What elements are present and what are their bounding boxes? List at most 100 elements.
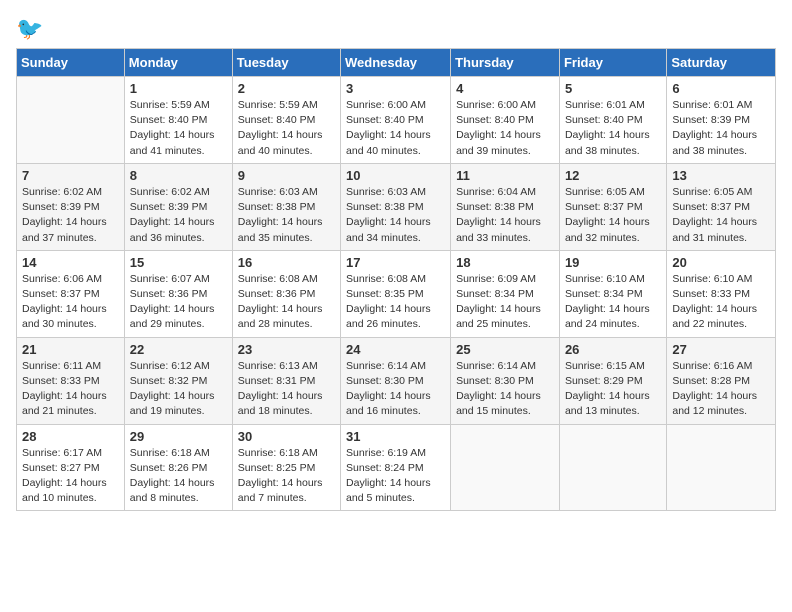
day-number: 23: [238, 342, 335, 357]
day-cell: 25 Sunrise: 6:14 AM Sunset: 8:30 PM Dayli…: [451, 337, 560, 424]
week-row-1: 1 Sunrise: 5:59 AM Sunset: 8:40 PM Daylig…: [17, 77, 776, 164]
day-cell: 19 Sunrise: 6:10 AM Sunset: 8:34 PM Dayli…: [559, 250, 666, 337]
week-row-5: 28 Sunrise: 6:17 AM Sunset: 8:27 PM Dayli…: [17, 424, 776, 511]
day-number: 17: [346, 255, 445, 270]
day-info: Sunrise: 6:13 AM Sunset: 8:31 PM Dayligh…: [238, 359, 335, 420]
day-info: Sunrise: 6:11 AM Sunset: 8:33 PM Dayligh…: [22, 359, 119, 420]
day-cell: 18 Sunrise: 6:09 AM Sunset: 8:34 PM Dayli…: [451, 250, 560, 337]
day-cell: 13Sunrise: 6:05 AM Sunset: 8:37 PM Dayli…: [667, 163, 776, 250]
day-info: Sunrise: 6:17 AM Sunset: 8:27 PM Dayligh…: [22, 446, 119, 507]
day-info: Sunrise: 6:02 AM Sunset: 8:39 PM Dayligh…: [130, 185, 227, 246]
day-cell: 7 Sunrise: 6:02 AM Sunset: 8:39 PM Daylig…: [17, 163, 125, 250]
day-cell: 27Sunrise: 6:16 AM Sunset: 8:28 PM Dayli…: [667, 337, 776, 424]
day-number: 13: [672, 168, 770, 183]
day-info: Sunrise: 6:03 AM Sunset: 8:38 PM Dayligh…: [238, 185, 335, 246]
day-number: 26: [565, 342, 661, 357]
day-number: 31: [346, 429, 445, 444]
day-cell: 28 Sunrise: 6:17 AM Sunset: 8:27 PM Dayli…: [17, 424, 125, 511]
day-cell: 29Sunrise: 6:18 AM Sunset: 8:26 PM Dayli…: [124, 424, 232, 511]
day-cell: 12 Sunrise: 6:05 AM Sunset: 8:37 PM Dayli…: [559, 163, 666, 250]
day-number: 8: [130, 168, 227, 183]
day-info: Sunrise: 6:00 AM Sunset: 8:40 PM Dayligh…: [456, 98, 554, 159]
day-cell: 15 Sunrise: 6:07 AM Sunset: 8:36 PM Dayli…: [124, 250, 232, 337]
day-cell: 2 Sunrise: 5:59 AM Sunset: 8:40 PM Daylig…: [232, 77, 340, 164]
day-cell: 9 Sunrise: 6:03 AM Sunset: 8:38 PM Daylig…: [232, 163, 340, 250]
day-number: 18: [456, 255, 554, 270]
day-cell: [667, 424, 776, 511]
week-row-2: 7 Sunrise: 6:02 AM Sunset: 8:39 PM Daylig…: [17, 163, 776, 250]
day-info: Sunrise: 6:03 AM Sunset: 8:38 PM Dayligh…: [346, 185, 445, 246]
day-number: 28: [22, 429, 119, 444]
day-cell: 10 Sunrise: 6:03 AM Sunset: 8:38 PM Dayli…: [341, 163, 451, 250]
day-cell: 4 Sunrise: 6:00 AM Sunset: 8:40 PM Daylig…: [451, 77, 560, 164]
day-info: Sunrise: 6:04 AM Sunset: 8:38 PM Dayligh…: [456, 185, 554, 246]
day-cell: 26 Sunrise: 6:15 AM Sunset: 8:29 PM Dayli…: [559, 337, 666, 424]
day-header-saturday: Saturday: [667, 49, 776, 77]
day-cell: 17Sunrise: 6:08 AM Sunset: 8:35 PM Dayli…: [341, 250, 451, 337]
day-number: 9: [238, 168, 335, 183]
day-cell: 31 Sunrise: 6:19 AM Sunset: 8:24 PM Dayli…: [341, 424, 451, 511]
day-info: Sunrise: 6:15 AM Sunset: 8:29 PM Dayligh…: [565, 359, 661, 420]
day-cell: 22 Sunrise: 6:12 AM Sunset: 8:32 PM Dayli…: [124, 337, 232, 424]
day-header-wednesday: Wednesday: [341, 49, 451, 77]
day-cell: 20 Sunrise: 6:10 AM Sunset: 8:33 PM Dayli…: [667, 250, 776, 337]
day-info: Sunrise: 6:02 AM Sunset: 8:39 PM Dayligh…: [22, 185, 119, 246]
day-header-monday: Monday: [124, 49, 232, 77]
day-cell: 8 Sunrise: 6:02 AM Sunset: 8:39 PM Daylig…: [124, 163, 232, 250]
day-number: 6: [672, 81, 770, 96]
day-number: 5: [565, 81, 661, 96]
day-info: Sunrise: 6:01 AM Sunset: 8:39 PM Dayligh…: [672, 98, 770, 159]
day-cell: 30Sunrise: 6:18 AM Sunset: 8:25 PM Dayli…: [232, 424, 340, 511]
calendar-table: SundayMondayTuesdayWednesdayThursdayFrid…: [16, 48, 776, 511]
day-cell: [17, 77, 125, 164]
day-number: 21: [22, 342, 119, 357]
day-header-thursday: Thursday: [451, 49, 560, 77]
day-info: Sunrise: 6:14 AM Sunset: 8:30 PM Dayligh…: [346, 359, 445, 420]
week-row-4: 21 Sunrise: 6:11 AM Sunset: 8:33 PM Dayli…: [17, 337, 776, 424]
day-header-friday: Friday: [559, 49, 666, 77]
day-cell: [451, 424, 560, 511]
day-cell: 21 Sunrise: 6:11 AM Sunset: 8:33 PM Dayli…: [17, 337, 125, 424]
day-number: 22: [130, 342, 227, 357]
day-number: 7: [22, 168, 119, 183]
day-header-sunday: Sunday: [17, 49, 125, 77]
day-number: 15: [130, 255, 227, 270]
day-info: Sunrise: 6:19 AM Sunset: 8:24 PM Dayligh…: [346, 446, 445, 507]
day-info: Sunrise: 6:07 AM Sunset: 8:36 PM Dayligh…: [130, 272, 227, 333]
day-number: 25: [456, 342, 554, 357]
calendar-body: 1 Sunrise: 5:59 AM Sunset: 8:40 PM Daylig…: [17, 77, 776, 511]
day-info: Sunrise: 6:10 AM Sunset: 8:34 PM Dayligh…: [565, 272, 661, 333]
day-number: 12: [565, 168, 661, 183]
day-cell: 24Sunrise: 6:14 AM Sunset: 8:30 PM Dayli…: [341, 337, 451, 424]
day-number: 10: [346, 168, 445, 183]
day-number: 4: [456, 81, 554, 96]
day-number: 1: [130, 81, 227, 96]
day-info: Sunrise: 6:16 AM Sunset: 8:28 PM Dayligh…: [672, 359, 770, 420]
day-info: Sunrise: 6:14 AM Sunset: 8:30 PM Dayligh…: [456, 359, 554, 420]
day-info: Sunrise: 6:08 AM Sunset: 8:36 PM Dayligh…: [238, 272, 335, 333]
day-cell: 16 Sunrise: 6:08 AM Sunset: 8:36 PM Dayli…: [232, 250, 340, 337]
day-cell: 1Sunrise: 5:59 AM Sunset: 8:40 PM Daylig…: [124, 77, 232, 164]
day-info: Sunrise: 6:05 AM Sunset: 8:37 PM Dayligh…: [565, 185, 661, 246]
day-info: Sunrise: 6:09 AM Sunset: 8:34 PM Dayligh…: [456, 272, 554, 333]
day-cell: 6 Sunrise: 6:01 AM Sunset: 8:39 PM Daylig…: [667, 77, 776, 164]
day-info: Sunrise: 6:18 AM Sunset: 8:26 PM Dayligh…: [130, 446, 227, 507]
day-number: 11: [456, 168, 554, 183]
days-header-row: SundayMondayTuesdayWednesdayThursdayFrid…: [17, 49, 776, 77]
day-number: 16: [238, 255, 335, 270]
day-cell: 14Sunrise: 6:06 AM Sunset: 8:37 PM Dayli…: [17, 250, 125, 337]
day-info: Sunrise: 6:10 AM Sunset: 8:33 PM Dayligh…: [672, 272, 770, 333]
day-cell: [559, 424, 666, 511]
day-number: 30: [238, 429, 335, 444]
logo: 🐦: [16, 16, 43, 42]
day-info: Sunrise: 5:59 AM Sunset: 8:40 PM Dayligh…: [238, 98, 335, 159]
day-info: Sunrise: 6:01 AM Sunset: 8:40 PM Dayligh…: [565, 98, 661, 159]
logo-bird-icon: 🐦: [16, 16, 43, 41]
day-info: Sunrise: 6:12 AM Sunset: 8:32 PM Dayligh…: [130, 359, 227, 420]
day-number: 14: [22, 255, 119, 270]
day-number: 2: [238, 81, 335, 96]
day-header-tuesday: Tuesday: [232, 49, 340, 77]
day-number: 19: [565, 255, 661, 270]
day-number: 20: [672, 255, 770, 270]
week-row-3: 14Sunrise: 6:06 AM Sunset: 8:37 PM Dayli…: [17, 250, 776, 337]
